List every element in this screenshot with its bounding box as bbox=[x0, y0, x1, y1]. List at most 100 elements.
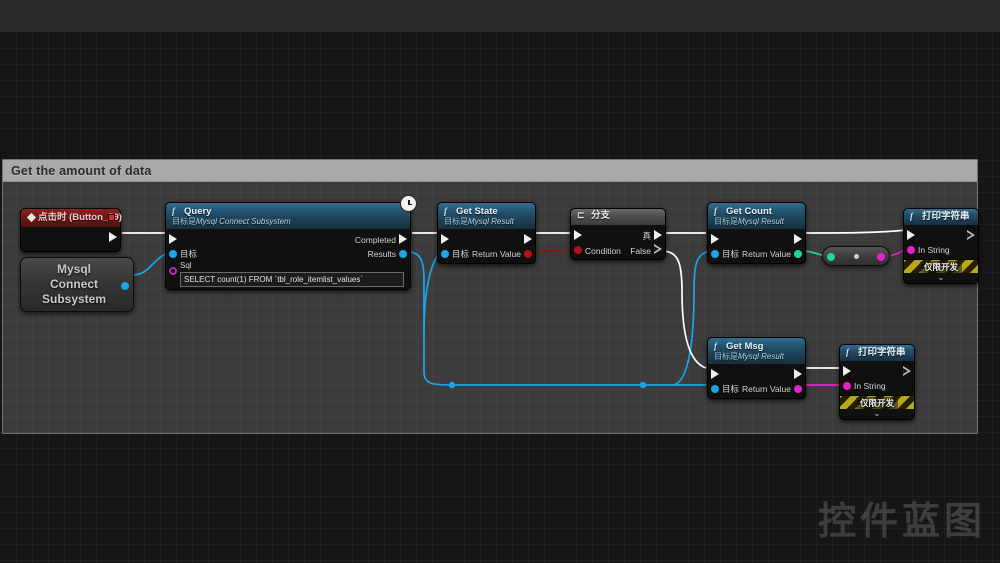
latent-clock-icon bbox=[400, 195, 417, 212]
pin-row-sql[interactable]: Sql SELECT count(1) FROM `tbl_role_iteml… bbox=[166, 261, 410, 287]
node-header[interactable]: f Get State 目标是Mysql Result bbox=[438, 203, 535, 229]
comment-box[interactable]: Get the amount of data bbox=[2, 159, 978, 434]
object-in-pin-target[interactable] bbox=[711, 385, 719, 393]
node-header[interactable]: ⊏ 分支 bbox=[571, 209, 665, 225]
exec-in-pin[interactable] bbox=[907, 230, 915, 240]
exec-out-pin[interactable] bbox=[794, 234, 802, 244]
string-in-pin[interactable] bbox=[907, 246, 915, 254]
pin-row-out-exec[interactable] bbox=[21, 230, 120, 245]
node-print-string-top[interactable]: f 打印字符串 In String 仅限开发 ⌄ bbox=[903, 208, 979, 284]
comment-box-header[interactable]: Get the amount of data bbox=[3, 160, 977, 182]
string-in-pin[interactable] bbox=[843, 382, 851, 390]
node-print-string-bottom[interactable]: f 打印字符串 In String 仅限开发 ⌄ bbox=[839, 344, 915, 420]
pin-row-exec[interactable] bbox=[904, 228, 978, 243]
pin-row-target-return[interactable]: 目标 Return Value bbox=[438, 247, 535, 261]
node-header[interactable]: f 打印字符串 bbox=[840, 345, 914, 361]
event-diamond-icon bbox=[26, 212, 38, 224]
object-out-pin-results[interactable] bbox=[399, 250, 407, 258]
node-body: 目标 Return Value bbox=[708, 229, 805, 263]
exec-out-pin-completed[interactable] bbox=[399, 234, 407, 244]
node-title: f Query bbox=[172, 206, 212, 217]
exec-out-pin[interactable] bbox=[794, 369, 802, 379]
node-branch[interactable]: ⊏ 分支 真 Condition False bbox=[570, 208, 666, 260]
exec-out-pin-true[interactable] bbox=[654, 230, 662, 240]
exec-out-pin[interactable] bbox=[109, 232, 117, 242]
function-f-icon: f bbox=[444, 206, 447, 216]
node-title: f 打印字符串 bbox=[846, 347, 906, 358]
pin-row-exec[interactable] bbox=[840, 364, 914, 379]
function-f-icon: f bbox=[714, 206, 717, 216]
bool-out-pin[interactable] bbox=[524, 250, 532, 258]
branch-icon: ⊏ bbox=[577, 210, 585, 220]
pin-row-target-return[interactable]: 目标 Return Value bbox=[708, 382, 805, 396]
node-title: 点击时 (Button_59) bbox=[26, 212, 122, 224]
node-body: 目标 Return Value bbox=[708, 364, 805, 398]
object-in-pin-target[interactable] bbox=[169, 250, 177, 258]
pin-row-exec[interactable] bbox=[438, 232, 535, 247]
pin-row-target-results[interactable]: 目标 Results bbox=[166, 247, 410, 261]
event-delegate-pin[interactable] bbox=[108, 214, 115, 221]
string-out-pin[interactable] bbox=[877, 252, 885, 261]
string-in-pin-sql[interactable] bbox=[169, 267, 177, 275]
sql-input[interactable]: SELECT count(1) FROM `tbl_role_itemlist_… bbox=[180, 272, 404, 287]
node-event-on-clicked[interactable]: 点击时 (Button_59) bbox=[20, 208, 122, 252]
function-f-icon: f bbox=[846, 347, 849, 357]
node-body: Completed 目标 Results Sql SELECT count(1)… bbox=[166, 229, 410, 289]
exec-out-pin[interactable] bbox=[903, 366, 911, 377]
node-get-state[interactable]: f Get State 目标是Mysql Result 目标 Return Val… bbox=[437, 202, 536, 264]
exec-out-pin[interactable] bbox=[967, 230, 975, 241]
node-header[interactable]: f 打印字符串 bbox=[904, 209, 978, 225]
expand-node-chevron-down-icon[interactable]: ⌄ bbox=[904, 273, 978, 283]
pin-row-condition-false[interactable]: Condition False bbox=[571, 243, 665, 258]
int-out-pin[interactable] bbox=[794, 250, 802, 258]
node-get-msg[interactable]: f Get Msg 目标是Mysql Result 目标 Return Value bbox=[707, 337, 806, 399]
pin-row-exec[interactable] bbox=[708, 367, 805, 382]
pin-row-target-return[interactable]: 目标 Return Value bbox=[708, 247, 805, 261]
exec-out-pin[interactable] bbox=[524, 234, 532, 244]
object-out-pin[interactable] bbox=[121, 282, 129, 290]
pin-row-exec[interactable]: Completed bbox=[166, 232, 410, 247]
development-only-banner: 仅限开发 bbox=[840, 395, 914, 409]
graph-canvas[interactable]: Get the amount of data 点击时 (Button_59) M… bbox=[0, 32, 1000, 563]
pin-row-exec[interactable] bbox=[708, 232, 805, 247]
exec-in-pin[interactable] bbox=[843, 366, 851, 376]
pin-row-in-string[interactable]: In String bbox=[840, 379, 914, 393]
node-header[interactable]: f Get Msg 目标是Mysql Result bbox=[708, 338, 805, 364]
pin-row-in-string[interactable]: In String bbox=[904, 243, 978, 257]
exec-in-pin[interactable] bbox=[441, 234, 449, 244]
string-out-pin[interactable] bbox=[794, 385, 802, 393]
node-conversion-int-to-string[interactable] bbox=[822, 246, 890, 266]
object-in-pin-target[interactable] bbox=[711, 250, 719, 258]
blueprint-graph-editor: Get the amount of data 点击时 (Button_59) M… bbox=[0, 0, 1000, 563]
exec-in-pin[interactable] bbox=[711, 369, 719, 379]
bool-in-pin-condition[interactable] bbox=[574, 246, 582, 254]
node-body: 真 Condition False bbox=[571, 225, 665, 259]
node-header[interactable]: f Get Count 目标是Mysql Result bbox=[708, 203, 805, 229]
node-subtitle: 目标是Mysql Connect Subsystem bbox=[172, 217, 291, 226]
node-subtitle: 目标是Mysql Result bbox=[714, 352, 784, 361]
node-var-get-mysql-connect-subsystem[interactable]: Mysql Connect Subsystem bbox=[20, 257, 134, 312]
node-title: f Get State bbox=[444, 206, 498, 217]
node-subtitle: 目标是Mysql Result bbox=[714, 217, 784, 226]
expand-node-chevron-down-icon[interactable]: ⌄ bbox=[840, 409, 914, 419]
exec-in-pin[interactable] bbox=[574, 230, 582, 240]
node-query[interactable]: f Query 目标是Mysql Connect Subsystem Comple… bbox=[165, 195, 417, 290]
exec-out-pin-false[interactable] bbox=[654, 244, 662, 255]
node-get-count[interactable]: f Get Count 目标是Mysql Result 目标 Return Val… bbox=[707, 202, 806, 264]
sql-input-wrap[interactable]: Sql SELECT count(1) FROM `tbl_role_iteml… bbox=[166, 261, 410, 287]
node-header[interactable]: 点击时 (Button_59) bbox=[21, 209, 122, 227]
function-f-icon: f bbox=[714, 341, 717, 351]
development-only-label: 仅限开发 bbox=[919, 260, 962, 273]
exec-in-pin[interactable] bbox=[711, 234, 719, 244]
pin-row-exec-true[interactable]: 真 bbox=[571, 228, 665, 243]
node-header[interactable]: f Query 目标是Mysql Connect Subsystem bbox=[166, 203, 410, 229]
node-title: f Get Count bbox=[714, 206, 772, 217]
var-node-label: Mysql Connect Subsystem bbox=[41, 262, 107, 306]
conversion-dot-icon bbox=[853, 253, 859, 259]
int-in-pin[interactable] bbox=[827, 252, 835, 261]
object-in-pin-target[interactable] bbox=[441, 250, 449, 258]
node-body bbox=[21, 227, 120, 251]
exec-in-pin[interactable] bbox=[169, 234, 177, 244]
watermark-label: 控件蓝图 bbox=[817, 499, 986, 543]
node-title: ⊏ 分支 bbox=[577, 210, 611, 221]
